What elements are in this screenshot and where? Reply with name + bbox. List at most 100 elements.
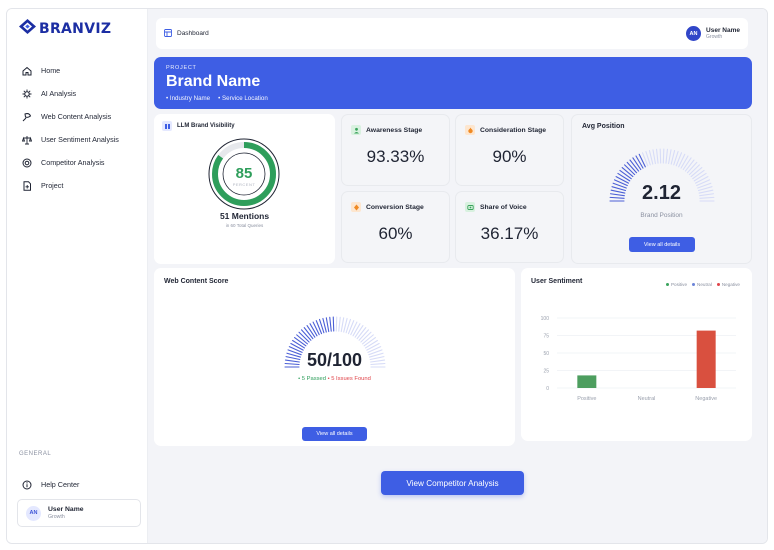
legend-neutral: Neutral xyxy=(692,282,712,287)
issues-count: • 5 Issues Found xyxy=(327,376,371,382)
x-tick-label: Positive xyxy=(577,396,596,402)
avg-position-title: Avg Position xyxy=(582,123,625,130)
percent-label: PERCENT xyxy=(233,182,256,187)
score-gauge-tick xyxy=(350,321,358,336)
web-content-score-card: Web Content Score 50/100 • 5 Passed • 5 … xyxy=(154,268,515,446)
sidebar-item-competitor-analysis[interactable]: Competitor Analysis xyxy=(21,151,119,174)
y-tick-label: 0 xyxy=(546,386,549,392)
stage-value: 36.17% xyxy=(480,224,539,243)
position-gauge-tick xyxy=(692,169,705,180)
industry-name: • Industry Name xyxy=(166,95,211,102)
sidebar: BRANVIZ Home AI Analysis Web Content Ana… xyxy=(7,9,148,543)
sidebar-item-web-content-analysis[interactable]: Web Content Analysis xyxy=(21,105,119,128)
x-tick-label: Negative xyxy=(695,396,717,402)
y-tick-label: 100 xyxy=(541,316,550,322)
web-content-score: 50/100 xyxy=(306,350,363,370)
consideration-stage-card: Consideration Stage 90% xyxy=(455,114,564,186)
sidebar-item-label: Project xyxy=(41,181,64,190)
sidebar-item-home[interactable]: Home xyxy=(21,59,119,82)
sidebar-item-label: Competitor Analysis xyxy=(41,158,105,167)
legend-negative: Negative xyxy=(716,282,740,287)
logo-mark-icon xyxy=(19,19,36,39)
view-competitor-analysis-button[interactable]: View Competitor Analysis xyxy=(381,471,524,495)
score-gauge-tick xyxy=(312,321,320,336)
position-gauge-tick xyxy=(619,169,632,180)
conversion-stage-card: Conversion Stage 60% xyxy=(341,191,450,263)
total-queries: in 60 Total Queries xyxy=(225,223,264,228)
ai-icon xyxy=(21,88,32,99)
stage-label: Awareness Stage xyxy=(366,126,423,134)
sidebar-item-label: Help Center xyxy=(41,480,80,489)
sidebar-user-card[interactable]: AN User Name Growth xyxy=(17,499,141,527)
legend-positive: Positive xyxy=(665,282,687,287)
project-banner: PROJECT Brand Name • Industry Name • Ser… xyxy=(154,57,752,109)
wcs-view-details-button[interactable]: View all details xyxy=(302,427,367,441)
mentions-count: 51 Mentions xyxy=(219,211,270,221)
sidebar-nav: Home AI Analysis Web Content Analysis Us… xyxy=(21,59,119,197)
stage-value: 60% xyxy=(378,224,413,243)
position-gauge-tick xyxy=(682,157,692,171)
sidebar-item-project[interactable]: Project xyxy=(21,174,119,197)
passed-count: • 5 Passed xyxy=(298,376,326,382)
user-name: User Name xyxy=(706,27,740,34)
position-gauge-tick xyxy=(629,159,640,172)
breadcrumb-label: Dashboard xyxy=(177,30,209,37)
avatar: AN xyxy=(26,505,41,521)
stage-label: Share of Voice xyxy=(480,203,527,211)
sentiment-icon xyxy=(21,134,32,145)
position-gauge-tick xyxy=(665,148,668,164)
position-gauge-tick xyxy=(632,157,642,171)
app-window: BRANVIZ Home AI Analysis Web Content Ana… xyxy=(6,8,768,544)
awareness-icon xyxy=(351,125,361,135)
position-gauge-tick xyxy=(684,159,695,172)
stage-value: 90% xyxy=(492,147,527,166)
sentiment-bar-chart: 100 75 50 25 0 Positive Neutral Negative xyxy=(541,316,736,402)
share-of-voice-card: Share of Voice 36.17% xyxy=(455,191,564,263)
sidebar-item-user-sentiment-analysis[interactable]: User Sentiment Analysis xyxy=(21,128,119,151)
section-label-general: GENERAL xyxy=(19,451,52,457)
service-location: • Service Location xyxy=(218,95,268,102)
bar-negative xyxy=(696,330,716,388)
brand-title: Brand Name xyxy=(166,73,261,90)
score-gauge-tick xyxy=(329,316,332,332)
logo[interactable]: BRANVIZ xyxy=(19,19,111,39)
score-gauge-tick xyxy=(364,339,378,349)
sidebar-item-ai-analysis[interactable]: AI Analysis xyxy=(21,82,119,105)
score-gauge-tick xyxy=(309,323,318,337)
user-sentiment-card: User Sentiment Positive Neutral Negative… xyxy=(521,268,752,441)
project-label: PROJECT xyxy=(166,65,197,71)
user-role: Growth xyxy=(48,514,65,520)
avg-view-details-button[interactable]: View all details xyxy=(629,237,695,252)
score-gauge-tick xyxy=(292,339,306,349)
score-summary: • 5 Passed • 5 Issues Found xyxy=(154,376,515,382)
sidebar-item-label: Web Content Analysis xyxy=(41,112,112,121)
awareness-stage-card: Awareness Stage 93.33% xyxy=(341,114,450,186)
visibility-gauge: 85 PERCENT xyxy=(208,138,280,210)
y-tick-label: 50 xyxy=(543,351,549,357)
visibility-icon xyxy=(162,121,172,131)
percent-value: 85 xyxy=(236,165,253,182)
sidebar-item-help-center[interactable]: Help Center xyxy=(21,473,79,496)
y-tick-label: 25 xyxy=(543,369,549,375)
avg-position-value: 2.12 xyxy=(642,182,681,204)
web-icon xyxy=(21,111,32,122)
topbar-user[interactable]: AN User Name Growth xyxy=(686,26,740,41)
x-tick-label: Neutral xyxy=(638,396,656,402)
avg-position-card: Avg Position 2.12 Brand Position View al… xyxy=(571,114,752,264)
position-gauge-tick xyxy=(635,155,644,169)
project-meta: • Industry Name • Service Location xyxy=(166,95,740,102)
position-gauge-tick xyxy=(617,172,631,182)
score-gauge-tick xyxy=(338,316,341,332)
breadcrumb[interactable]: Dashboard xyxy=(164,28,209,39)
conversion-icon xyxy=(351,202,361,212)
sidebar-item-label: AI Analysis xyxy=(41,89,77,98)
user-role: Growth xyxy=(706,34,723,40)
position-gauge-tick xyxy=(656,148,659,164)
stage-label: Consideration Stage xyxy=(480,126,547,134)
dashboard-icon xyxy=(164,28,172,39)
avg-position-label: Brand Position xyxy=(640,212,683,219)
position-gauge-tick xyxy=(693,172,707,182)
score-gauge-tick xyxy=(340,317,345,333)
position-gauge-tick xyxy=(652,149,656,165)
avatar: AN xyxy=(686,26,702,41)
